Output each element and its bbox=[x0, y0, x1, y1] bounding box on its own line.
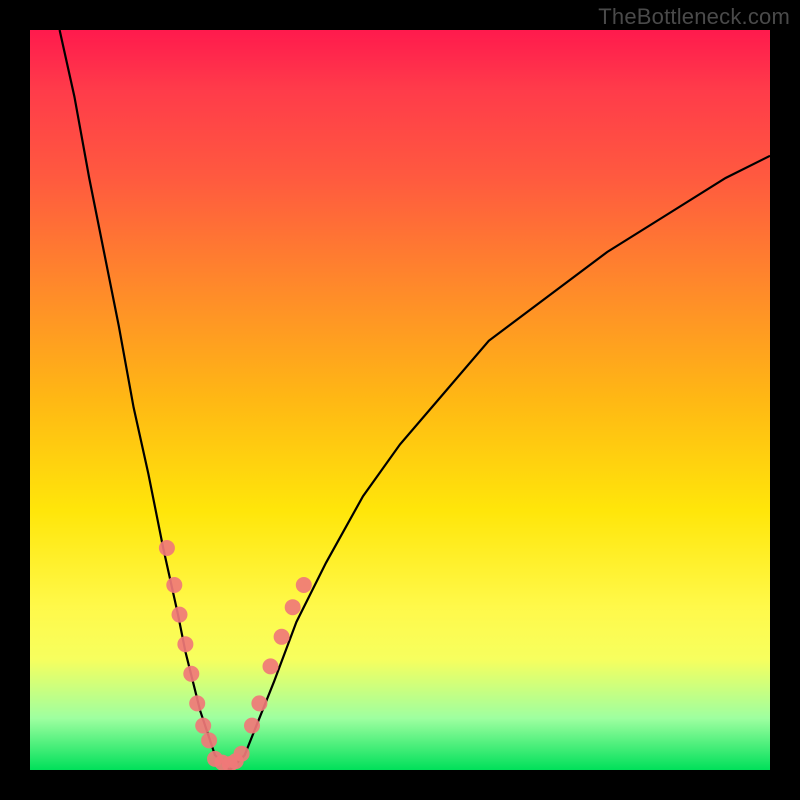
data-point bbox=[195, 718, 211, 734]
data-point bbox=[159, 540, 175, 556]
data-point bbox=[189, 695, 205, 711]
data-point bbox=[285, 599, 301, 615]
chart-overlay bbox=[30, 30, 770, 770]
data-point bbox=[228, 753, 244, 769]
data-point bbox=[263, 658, 279, 674]
data-point bbox=[207, 751, 223, 767]
data-point bbox=[222, 756, 238, 770]
data-point bbox=[234, 746, 250, 762]
data-point bbox=[201, 732, 217, 748]
chart-frame: TheBottleneck.com bbox=[0, 0, 800, 800]
data-point bbox=[296, 577, 312, 593]
curve-bottleneck-curve-left bbox=[60, 30, 230, 770]
data-point bbox=[214, 755, 230, 770]
data-point bbox=[166, 577, 182, 593]
plot-area bbox=[30, 30, 770, 770]
data-point bbox=[244, 718, 260, 734]
watermark-text: TheBottleneck.com bbox=[598, 4, 790, 30]
data-point bbox=[172, 607, 188, 623]
data-point bbox=[251, 695, 267, 711]
data-point bbox=[183, 666, 199, 682]
data-point bbox=[274, 629, 290, 645]
curve-bottleneck-curve-right bbox=[230, 156, 770, 770]
data-point bbox=[177, 636, 193, 652]
